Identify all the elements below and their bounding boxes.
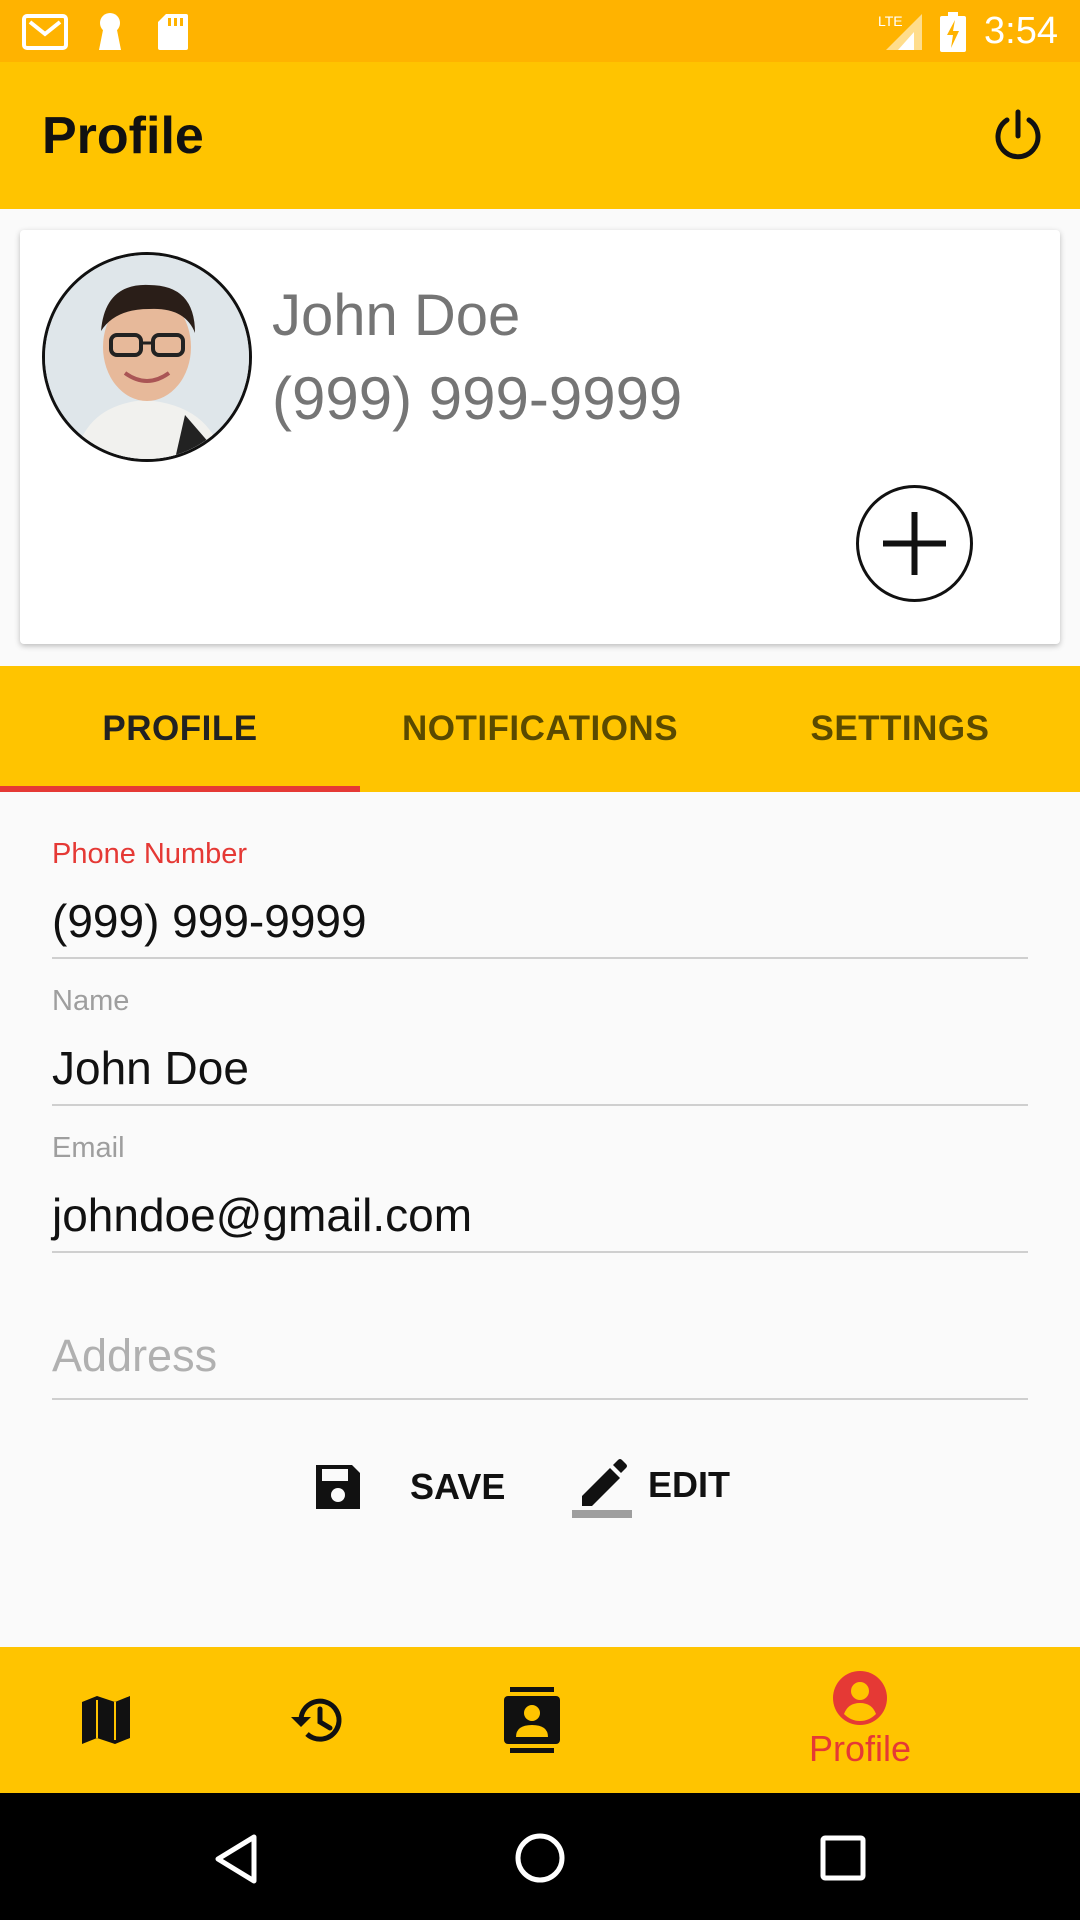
edit-label: EDIT	[648, 1464, 731, 1505]
account-circle-icon	[833, 1671, 887, 1725]
save-label: SAVE	[410, 1466, 506, 1507]
tab-profile[interactable]: PROFILE	[0, 666, 360, 792]
email-field[interactable]: johndoe@gmail.com	[52, 1188, 472, 1242]
profile-name: John Doe	[272, 283, 521, 348]
map-icon	[82, 1696, 130, 1744]
name-underline	[52, 1104, 1028, 1106]
pencil-icon	[572, 1459, 632, 1518]
save-button[interactable]: SAVE	[312, 1452, 512, 1522]
back-icon[interactable]	[212, 1833, 260, 1885]
tab-bar: PROFILE NOTIFICATIONS SETTINGS	[0, 666, 1080, 792]
name-label: Name	[52, 985, 130, 1017]
tab-settings[interactable]: SETTINGS	[720, 666, 1080, 792]
avatar-photo	[45, 255, 249, 459]
page-title: Profile	[42, 107, 204, 165]
floppy-disk-icon	[316, 1465, 360, 1509]
nav-contacts[interactable]	[482, 1647, 582, 1793]
phone-field[interactable]: (999) 999-9999	[52, 894, 367, 948]
sd-card-icon	[158, 14, 188, 50]
power-button[interactable]	[990, 108, 1046, 164]
email-label: Email	[52, 1132, 125, 1164]
name-field[interactable]: John Doe	[52, 1041, 249, 1095]
phone-underline	[52, 957, 1028, 959]
contacts-icon	[504, 1687, 560, 1753]
email-underline	[52, 1251, 1028, 1253]
tab-notifications[interactable]: NOTIFICATIONS	[360, 666, 720, 792]
keyhole-icon	[99, 13, 121, 50]
recents-icon[interactable]	[820, 1835, 866, 1881]
svg-text:LTE: LTE	[878, 13, 903, 29]
system-navigation-bar	[0, 1793, 1080, 1920]
nav-map[interactable]	[56, 1647, 156, 1793]
profile-card: John Doe (999) 999-9999	[20, 230, 1060, 644]
battery-charging-icon	[940, 12, 966, 52]
app-bar: Profile	[0, 62, 1080, 209]
nav-profile-label: Profile	[808, 1728, 912, 1769]
address-field[interactable]: Address	[52, 1330, 217, 1382]
plus-icon	[883, 512, 946, 575]
profile-phone: (999) 999-9999	[272, 365, 683, 432]
history-icon	[291, 1698, 342, 1742]
tab-indicator	[0, 786, 360, 792]
status-bar: LTE 3:54	[0, 0, 1080, 62]
bottom-navigation: Profile	[0, 1647, 1080, 1793]
home-icon[interactable]	[514, 1832, 566, 1884]
edit-button[interactable]: EDIT	[570, 1448, 740, 1522]
power-icon	[995, 109, 1041, 160]
phone-label: Phone Number	[52, 838, 248, 870]
gmail-icon	[22, 14, 68, 50]
lte-signal-icon: LTE	[878, 13, 922, 50]
status-time: 3:54	[984, 10, 1058, 52]
add-button[interactable]	[856, 485, 973, 602]
nav-history[interactable]	[268, 1647, 368, 1793]
address-underline	[52, 1398, 1028, 1400]
nav-profile[interactable]: Profile	[780, 1647, 940, 1793]
avatar[interactable]	[42, 252, 252, 462]
